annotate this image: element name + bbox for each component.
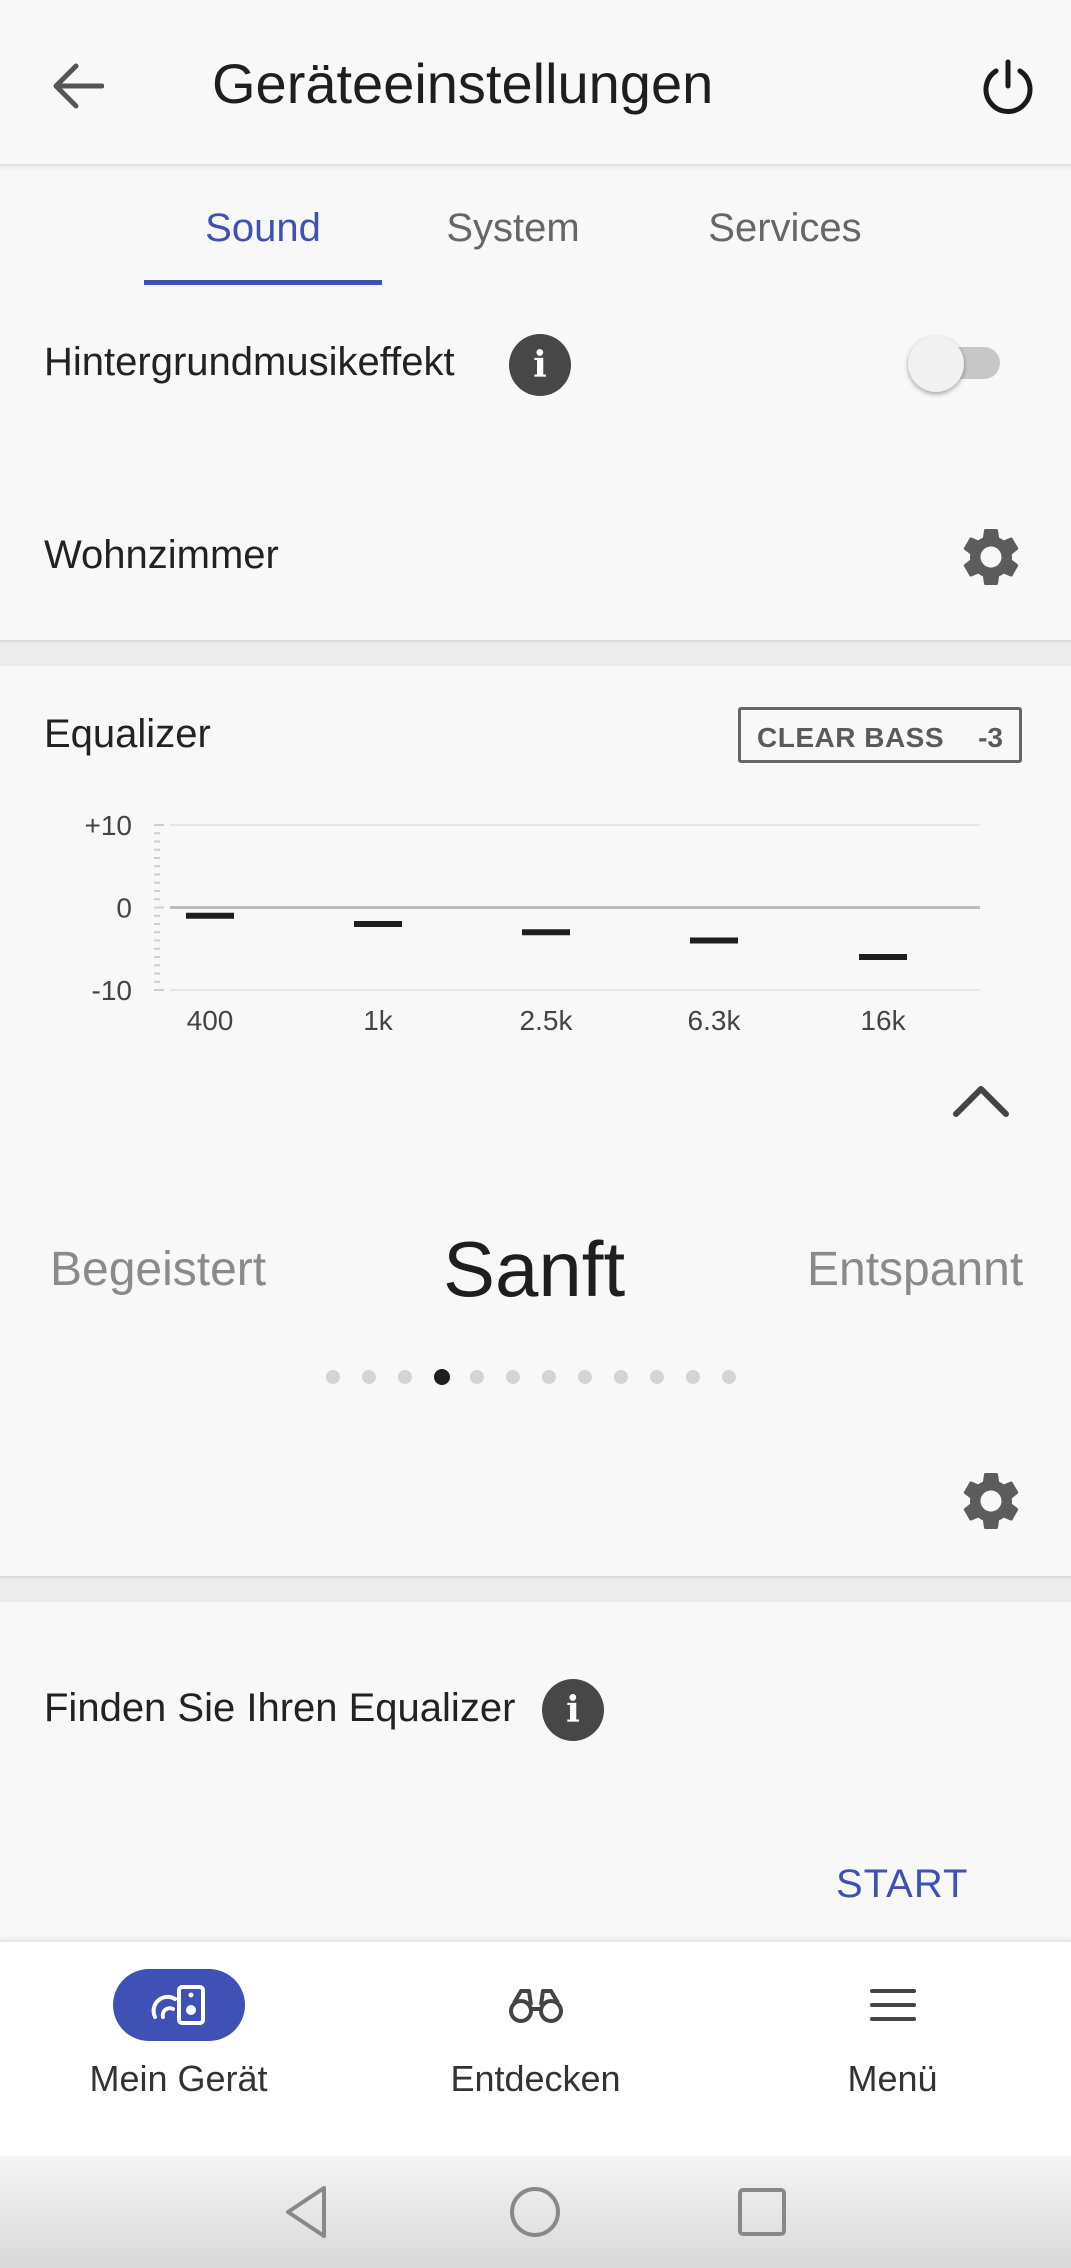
tab-indicator — [144, 280, 382, 285]
gear-icon[interactable] — [956, 1466, 1026, 1536]
y-tick-label: -10 — [92, 975, 132, 1006]
bottom-navigation: Mein Gerät Entdecken Menü — [0, 1940, 1071, 2156]
page-dot — [542, 1370, 556, 1384]
nav-label: Mein Gerät — [89, 2058, 268, 2099]
binoculars-icon — [508, 1989, 563, 2023]
power-button[interactable] — [968, 48, 1048, 128]
background-music-label: Hintergrundmusikeffekt — [44, 340, 455, 384]
eq-band-frequency-label: 6.3k — [688, 1005, 742, 1036]
page-dot — [686, 1370, 700, 1384]
page-dot — [398, 1370, 412, 1384]
eq-band-frequency-label: 2.5k — [520, 1005, 574, 1036]
equalizer-chart: +10 0 -10 400 1k 2.5k 6.3k 16k — [85, 810, 980, 1036]
back-button[interactable] — [40, 48, 116, 124]
section-divider — [0, 640, 1071, 666]
background-music-toggle[interactable] — [908, 333, 1008, 393]
tab-system[interactable]: System — [420, 198, 606, 258]
clear-bass-badge[interactable]: CLEAR BASS -3 — [738, 707, 1022, 763]
system-recents-icon[interactable] — [730, 2180, 794, 2244]
toggle-thumb — [908, 336, 964, 392]
gear-icon[interactable] — [956, 522, 1026, 592]
system-back-icon[interactable] — [276, 2180, 340, 2244]
preset-next[interactable]: Entspannt — [807, 1242, 1023, 1297]
page-dot — [578, 1370, 592, 1384]
nav-pill — [470, 1969, 602, 2041]
nav-label: Menü — [847, 2058, 938, 2099]
eq-band-frequency-label: 16k — [860, 1005, 906, 1036]
finder-label: Finden Sie Ihren Equalizer — [44, 1686, 516, 1730]
nav-discover[interactable]: Entdecken — [357, 1942, 714, 2158]
y-tick-label: +10 — [85, 810, 133, 841]
tab-sound[interactable]: Sound — [144, 198, 382, 258]
power-icon — [983, 59, 1033, 114]
info-icon[interactable]: i — [542, 1679, 604, 1741]
page-dot — [614, 1370, 628, 1384]
y-tick-label: 0 — [116, 893, 132, 924]
info-icon[interactable]: i — [509, 334, 571, 396]
clear-bass-value: -3 — [978, 722, 1003, 753]
tab-services[interactable]: Services — [680, 198, 890, 258]
hamburger-menu-icon — [869, 1989, 916, 2021]
preset-current[interactable]: Sanft — [443, 1224, 625, 1315]
system-home-icon[interactable] — [503, 2180, 567, 2244]
nav-menu[interactable]: Menü — [714, 1942, 1071, 2158]
eq-band-frequency-label: 400 — [187, 1005, 234, 1036]
preset-previous[interactable]: Begeistert — [50, 1242, 266, 1297]
start-button[interactable]: START — [836, 1862, 968, 1907]
page-title: Geräteeinstellungen — [212, 52, 714, 115]
tab-bar: Sound System Services — [0, 168, 1071, 286]
nav-pill — [112, 1969, 245, 2041]
page-dot — [362, 1370, 376, 1384]
chevron-up-icon[interactable] — [948, 1072, 1014, 1132]
eq-band-frequency-label: 1k — [363, 1005, 394, 1036]
page-dot-active — [434, 1369, 450, 1385]
page-dot — [506, 1370, 520, 1384]
page-dot — [326, 1370, 340, 1384]
arrow-left-icon — [53, 63, 104, 109]
section-divider — [0, 1576, 1071, 1602]
clear-bass-label: CLEAR BASS — [757, 722, 945, 753]
speaker-device-icon — [151, 1985, 205, 2025]
nav-label: Entdecken — [450, 2058, 621, 2099]
room-label: Wohnzimmer — [44, 533, 279, 577]
page-dot — [650, 1370, 664, 1384]
nav-my-device[interactable]: Mein Gerät — [0, 1942, 357, 2158]
page-dot — [470, 1370, 484, 1384]
equalizer-label: Equalizer — [44, 712, 211, 756]
system-navigation-bar — [0, 2156, 1071, 2268]
nav-pill — [827, 1969, 959, 2041]
app-bar: Geräteeinstellungen — [0, 0, 1071, 166]
page-dot — [722, 1370, 736, 1384]
